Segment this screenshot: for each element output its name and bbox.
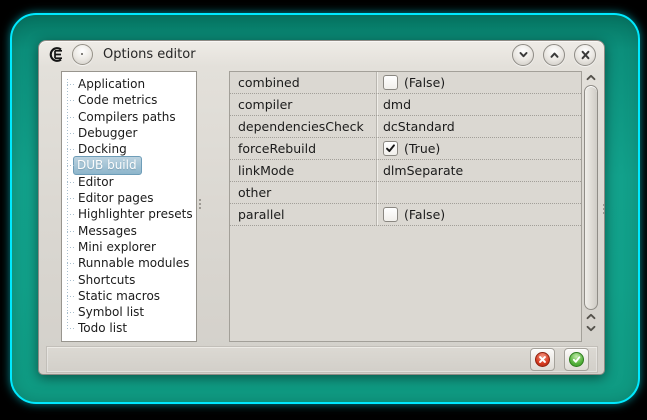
property-name: parallel <box>238 207 285 222</box>
property-row-other[interactable]: other <box>230 182 581 204</box>
scroll-down-button[interactable] <box>585 324 597 333</box>
cancel-x-icon <box>535 352 550 367</box>
check-icon <box>386 144 395 153</box>
window-title: Options editor <box>103 47 196 62</box>
sidebar-item-editor-pages[interactable]: Editor pages <box>62 190 196 206</box>
splitter-handle[interactable] <box>199 199 201 211</box>
property-name: other <box>238 185 272 200</box>
sidebar-item-mini-explorer[interactable]: Mini explorer <box>62 239 196 255</box>
minimize-button[interactable] <box>512 43 534 66</box>
close-x-icon <box>581 50 589 59</box>
sidebar-item-application[interactable]: Application <box>62 76 196 92</box>
titlebar[interactable]: Options editor <box>39 41 604 68</box>
sidebar-item-debugger[interactable]: Debugger <box>62 125 196 141</box>
screen: Options editor Application Code metrics … <box>0 0 647 420</box>
property-row-combined[interactable]: combined (False) <box>230 72 581 94</box>
sidebar-item-code-metrics[interactable]: Code metrics <box>62 92 196 108</box>
property-name: linkMode <box>238 163 295 178</box>
sidebar-item-editor[interactable]: Editor <box>62 174 196 190</box>
cancel-button[interactable] <box>530 348 555 371</box>
property-row-linkmode[interactable]: linkMode dlmSeparate <box>230 160 581 182</box>
scroll-up-button[interactable] <box>585 73 597 82</box>
scrollbar-thumb[interactable] <box>584 85 598 310</box>
accept-button[interactable] <box>564 348 589 371</box>
close-button[interactable] <box>574 43 596 66</box>
property-row-dependenciescheck[interactable]: dependenciesCheck dcStandard <box>230 116 581 138</box>
window-resize-grip[interactable] <box>603 204 605 216</box>
grid-vertical-scrollbar[interactable] <box>582 71 600 342</box>
property-value-text: dcStandard <box>383 119 455 134</box>
chevron-up-icon <box>586 74 596 81</box>
footer-bar <box>46 346 598 373</box>
sidebar-item-dub-build[interactable]: DUB build <box>62 156 196 176</box>
property-value-text: dlmSeparate <box>383 163 464 178</box>
sidebar-item-highlighter-presets[interactable]: Highlighter presets <box>62 206 196 222</box>
property-value-text: (False) <box>404 75 446 90</box>
sidebar-item-compilers-paths[interactable]: Compilers paths <box>62 109 196 125</box>
property-row-parallel[interactable]: parallel (False) <box>230 204 581 226</box>
sidebar-item-todo-list[interactable]: Todo list <box>62 320 196 336</box>
chevron-down-icon <box>519 51 527 57</box>
coedit-logo-icon <box>47 46 65 63</box>
property-grid: combined (False) compiler dmd dependenci… <box>229 71 582 342</box>
sidebar-item-runnable-modules[interactable]: Runnable modules <box>62 255 196 271</box>
property-value-text: (True) <box>404 141 441 156</box>
chevron-down-icon <box>586 325 596 332</box>
property-value[interactable]: dlmSeparate <box>376 160 581 181</box>
property-value[interactable]: (False) <box>376 72 581 93</box>
window-menu-button[interactable] <box>72 44 93 65</box>
scroll-up-button-2[interactable] <box>585 312 597 321</box>
property-value-text: dmd <box>383 97 412 112</box>
property-value[interactable] <box>376 182 581 203</box>
property-name: forceRebuild <box>238 141 317 156</box>
property-name: compiler <box>238 97 293 112</box>
category-tree[interactable]: Application Code metrics Compilers paths… <box>61 71 197 342</box>
sidebar-item-symbol-list[interactable]: Symbol list <box>62 304 196 320</box>
checkbox-checked[interactable] <box>383 141 398 156</box>
property-value-text: (False) <box>404 207 446 222</box>
chevron-up-icon <box>550 52 558 58</box>
maximize-button[interactable] <box>543 43 565 66</box>
property-value[interactable]: (False) <box>376 204 581 225</box>
sidebar-item-static-macros[interactable]: Static macros <box>62 288 196 304</box>
options-editor-window: Options editor Application Code metrics … <box>38 40 605 375</box>
accept-check-icon <box>569 352 584 367</box>
checkbox-unchecked[interactable] <box>383 75 398 90</box>
property-value[interactable]: (True) <box>376 138 581 159</box>
property-row-forcerebuild[interactable]: forceRebuild (True) <box>230 138 581 160</box>
property-value[interactable]: dcStandard <box>376 116 581 137</box>
sidebar-item-docking[interactable]: Docking <box>62 141 196 157</box>
chevron-up-icon <box>586 313 596 320</box>
property-value[interactable]: dmd <box>376 94 581 115</box>
property-row-compiler[interactable]: compiler dmd <box>230 94 581 116</box>
property-name: dependenciesCheck <box>238 119 364 134</box>
checkbox-unchecked[interactable] <box>383 207 398 222</box>
sidebar-item-messages[interactable]: Messages <box>62 223 196 239</box>
sidebar-item-shortcuts[interactable]: Shortcuts <box>62 272 196 288</box>
property-name: combined <box>238 75 300 90</box>
